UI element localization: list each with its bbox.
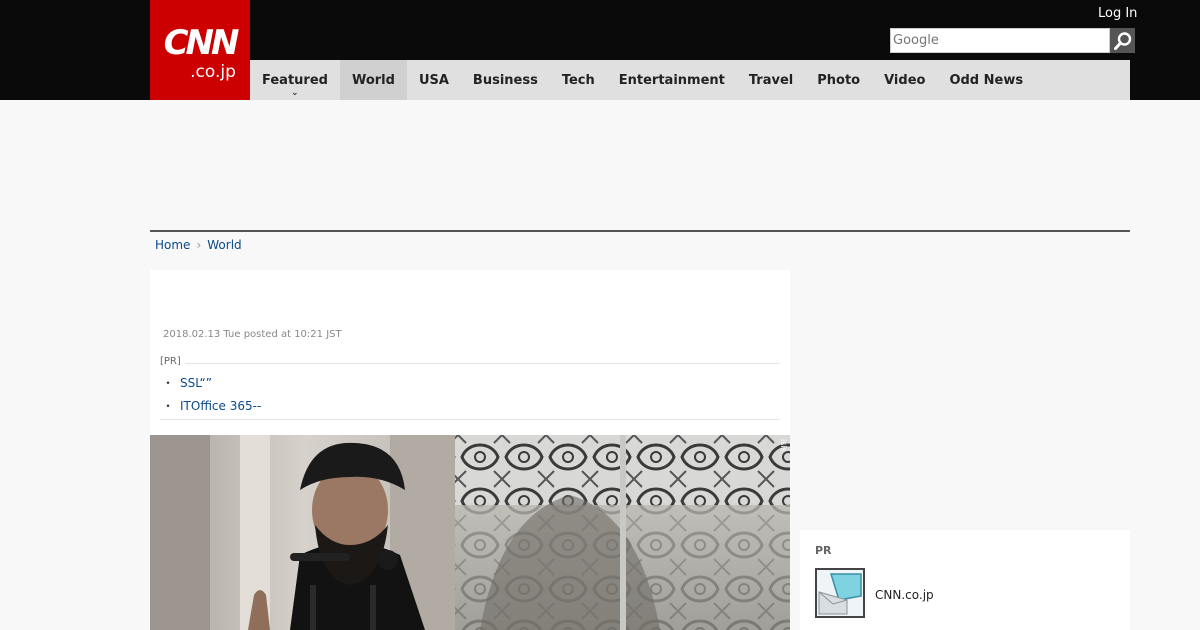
search-input[interactable]: [890, 28, 1110, 53]
sidebar-pr-box: PR CNN.co.jp: [800, 530, 1130, 630]
logo-sub-text: .co.jp: [190, 62, 236, 82]
nav-item-label: Tech: [561, 72, 595, 88]
main-nav: Featured ⌄ World USA Business Tech Enter…: [250, 60, 1130, 100]
nav-item-entertainment[interactable]: Entertainment: [607, 60, 737, 100]
nav-item-video[interactable]: Video: [872, 60, 937, 100]
nav-item-world[interactable]: World: [339, 60, 407, 100]
logo-main-text: CNN: [163, 23, 240, 63]
nav-item-usa[interactable]: USA: [407, 60, 461, 100]
nav-item-label: Photo: [817, 72, 861, 88]
cnn-logo[interactable]: CNN .co.jp: [150, 0, 250, 100]
posted-timestamp: 2018.02.13 Tue posted at 10:21 JST: [163, 329, 342, 340]
chevron-right-icon: ›: [196, 238, 202, 252]
nav-item-label: Odd News: [949, 72, 1024, 88]
pr-links-box: [PR] ・ SSL“” ・ ITOffice 365--: [160, 356, 780, 420]
nav-item-label: Travel: [748, 72, 794, 88]
breadcrumb-home[interactable]: Home: [155, 238, 190, 252]
article-photo: isis: [150, 435, 790, 630]
search-button[interactable]: [1110, 28, 1135, 53]
article-card: 2018.02.13 Tue posted at 10:21 JST [PR] …: [150, 270, 790, 435]
pr-link-ssl[interactable]: ・ SSL“”: [162, 374, 212, 391]
pr-label: [PR]: [160, 356, 185, 367]
bullet-icon: ・: [162, 376, 175, 390]
magnifier-icon: [1113, 31, 1131, 50]
breadcrumb: Home › World: [155, 238, 242, 252]
sidebar-pr-link[interactable]: CNN.co.jp: [875, 588, 934, 602]
breadcrumb-world[interactable]: World: [207, 238, 241, 252]
nav-item-travel[interactable]: Travel: [737, 60, 805, 100]
nav-item-tech[interactable]: Tech: [550, 60, 607, 100]
nav-item-odd-news[interactable]: Odd News: [937, 60, 1035, 100]
nav-item-label: Entertainment: [618, 72, 725, 88]
laptop-envelope-icon: [817, 570, 863, 616]
pr-link-label: SSL“”: [180, 376, 212, 390]
sidebar-pr-thumbnail[interactable]: [815, 568, 865, 618]
login-link[interactable]: Log In: [1098, 6, 1137, 21]
nav-item-label: Video: [884, 72, 926, 88]
nav-item-featured[interactable]: Featured ⌄: [250, 60, 340, 100]
sidebar-pr-label: PR: [815, 544, 832, 557]
pr-link-office365[interactable]: ・ ITOffice 365--: [162, 397, 261, 414]
bullet-icon: ・: [162, 399, 175, 413]
nav-item-business[interactable]: Business: [461, 60, 550, 100]
pr-link-label: ITOffice 365--: [180, 399, 262, 413]
photo-watermark: isis: [779, 439, 788, 452]
nav-item-label: World: [351, 72, 395, 88]
section-divider: [150, 230, 1130, 232]
nav-item-photo[interactable]: Photo: [805, 60, 872, 100]
nav-item-label: USA: [418, 72, 449, 88]
nav-item-label: Business: [472, 72, 538, 88]
nav-item-label: Featured: [262, 72, 328, 88]
chevron-down-icon: ⌄: [290, 88, 299, 98]
